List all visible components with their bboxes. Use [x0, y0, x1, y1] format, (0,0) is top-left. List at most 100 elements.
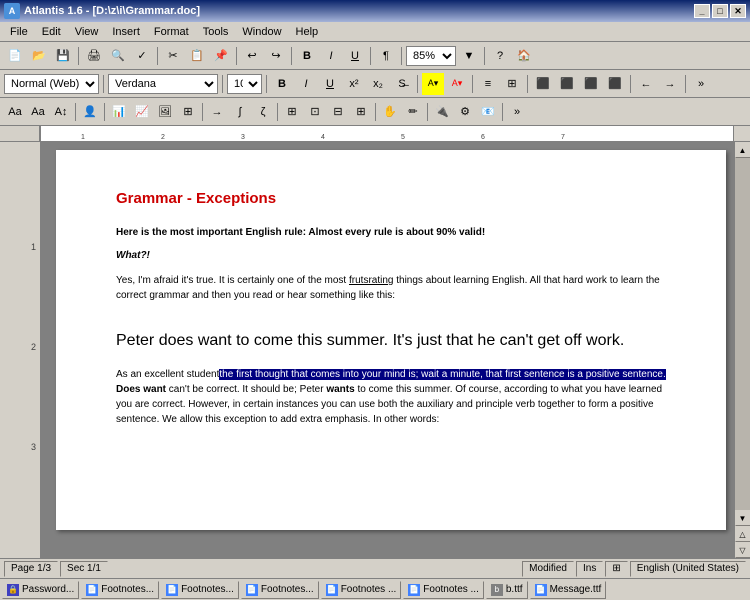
maximize-button[interactable]: □	[712, 4, 728, 18]
task-label-bttf: b.ttf	[506, 584, 523, 595]
task-footnotes-4[interactable]: 📄 Footnotes ...	[321, 581, 402, 599]
tb3-13[interactable]: ⊡	[304, 101, 326, 123]
fmt-italic-button[interactable]: I	[295, 73, 317, 95]
task-footnotes-3[interactable]: 📄 Footnotes...	[241, 581, 319, 599]
print-button[interactable]: 🖨	[83, 45, 105, 67]
task-footnotes-5[interactable]: 📄 Footnotes ...	[403, 581, 484, 599]
scroll-track[interactable]	[735, 158, 750, 510]
tb3-15[interactable]: ⊞	[350, 101, 372, 123]
more-button[interactable]: »	[690, 73, 712, 95]
tb3-9[interactable]: →	[206, 101, 228, 123]
task-message[interactable]: 📄 Message.ttf	[530, 581, 607, 599]
tb3-1[interactable]: Aa	[4, 101, 26, 123]
close-button[interactable]: ✕	[730, 4, 746, 18]
vertical-scrollbar[interactable]: ▲ ▼ △ ▽	[734, 142, 750, 558]
pilcrow-button[interactable]: ¶	[375, 45, 397, 67]
scroll-page-down[interactable]: ▽	[735, 542, 750, 558]
italic-button[interactable]: I	[320, 45, 342, 67]
doc-para1: Here is the most important English rule:…	[116, 227, 666, 238]
task-footnotes-2[interactable]: 📄 Footnotes...	[161, 581, 239, 599]
ruler-mark-6: 6	[481, 134, 485, 141]
paste-button[interactable]: 📌	[210, 45, 232, 67]
tb3-20[interactable]: 📧	[477, 101, 499, 123]
task-icon-footnotes2: 📄	[166, 584, 178, 596]
tb3-11[interactable]: ζ	[252, 101, 274, 123]
superscript-button[interactable]: x²	[343, 73, 365, 95]
menu-help[interactable]: Help	[290, 24, 325, 40]
home-button[interactable]: 🏠	[513, 45, 535, 67]
help-button[interactable]: ?	[489, 45, 511, 67]
align-right-button[interactable]: ⬛	[580, 73, 602, 95]
fmt-underline-button[interactable]: U	[319, 73, 341, 95]
document-page: Grammar - Exceptions Here is the most im…	[56, 150, 726, 530]
numbering-button[interactable]: ⊞	[501, 73, 523, 95]
redo-button[interactable]: ↪	[265, 45, 287, 67]
spell-button[interactable]: ✓	[131, 45, 153, 67]
tb3-2[interactable]: Aa	[27, 101, 49, 123]
align-center-button[interactable]: ⬛	[556, 73, 578, 95]
task-label-password: Password...	[22, 584, 74, 595]
font-color-button[interactable]: A▾	[446, 73, 468, 95]
para4-start: As an excellent student	[116, 369, 219, 380]
document-area[interactable]: Grammar - Exceptions Here is the most im…	[40, 142, 734, 558]
sep1	[78, 47, 79, 65]
minimize-button[interactable]: _	[694, 4, 710, 18]
highlight-button[interactable]: A▾	[422, 73, 444, 95]
fmt-sep7	[630, 75, 631, 93]
font-select[interactable]: Verdana	[108, 74, 218, 94]
ruler-mark-5: 5	[401, 134, 405, 141]
tb3-16[interactable]: ✋	[379, 101, 401, 123]
tb3-8[interactable]: ⊞	[177, 101, 199, 123]
save-button[interactable]: 💾	[52, 45, 74, 67]
scroll-down-button[interactable]: ▼	[735, 510, 750, 526]
zoom-dropdown[interactable]: ▼	[458, 45, 480, 67]
subscript-button[interactable]: x₂	[367, 73, 389, 95]
task-footnotes-1[interactable]: 📄 Footnotes...	[81, 581, 159, 599]
menu-format[interactable]: Format	[148, 24, 195, 40]
tb3-6[interactable]: 📈	[131, 101, 153, 123]
tb3-4[interactable]: 👤	[79, 101, 101, 123]
tb3-12[interactable]: ⊞	[281, 101, 303, 123]
copy-button[interactable]: 📋	[186, 45, 208, 67]
new-button[interactable]: 📄	[4, 45, 26, 67]
underline-button[interactable]: U	[344, 45, 366, 67]
tb3-18[interactable]: 🔌	[431, 101, 453, 123]
style-select[interactable]: Normal (Web)	[4, 74, 99, 94]
menu-tools[interactable]: Tools	[197, 24, 235, 40]
task-bttf[interactable]: b b.ttf	[486, 581, 528, 599]
margin-num-2: 2	[31, 342, 36, 352]
tb3-19[interactable]: ⚙	[454, 101, 476, 123]
scroll-page-up[interactable]: △	[735, 526, 750, 542]
tb3-21[interactable]: »	[506, 101, 528, 123]
margin-num-3: 3	[31, 442, 36, 452]
menu-view[interactable]: View	[69, 24, 105, 40]
task-password[interactable]: 🔒 Password...	[2, 581, 79, 599]
menu-window[interactable]: Window	[236, 24, 287, 40]
tb3-10[interactable]: ∫	[229, 101, 251, 123]
indent-inc-button[interactable]: →	[659, 73, 681, 95]
tb3-5[interactable]: 📊	[108, 101, 130, 123]
align-left-button[interactable]: ⬛	[532, 73, 554, 95]
scroll-up-button[interactable]: ▲	[735, 142, 750, 158]
menu-file[interactable]: File	[4, 24, 34, 40]
cut-button[interactable]: ✂	[162, 45, 184, 67]
tb3-17[interactable]: ✏	[402, 101, 424, 123]
tb3-14[interactable]: ⊟	[327, 101, 349, 123]
tb3-7[interactable]: 🖼	[154, 101, 176, 123]
fmt-bold-button[interactable]: B	[271, 73, 293, 95]
menu-insert[interactable]: Insert	[106, 24, 146, 40]
window-controls[interactable]: _ □ ✕	[694, 4, 746, 18]
bold-button[interactable]: B	[296, 45, 318, 67]
menu-edit[interactable]: Edit	[36, 24, 67, 40]
bullets-button[interactable]: ≡	[477, 73, 499, 95]
strikethrough-button[interactable]: S̶	[391, 73, 413, 95]
tb3-sep1	[75, 103, 76, 121]
tb3-3[interactable]: A↕	[50, 101, 72, 123]
preview-button[interactable]: 🔍	[107, 45, 129, 67]
indent-dec-button[interactable]: ←	[635, 73, 657, 95]
open-button[interactable]: 📂	[28, 45, 50, 67]
align-justify-button[interactable]: ⬛	[604, 73, 626, 95]
zoom-select[interactable]: 85%	[406, 46, 456, 66]
undo-button[interactable]: ↩	[241, 45, 263, 67]
size-select[interactable]: 10	[227, 74, 262, 94]
